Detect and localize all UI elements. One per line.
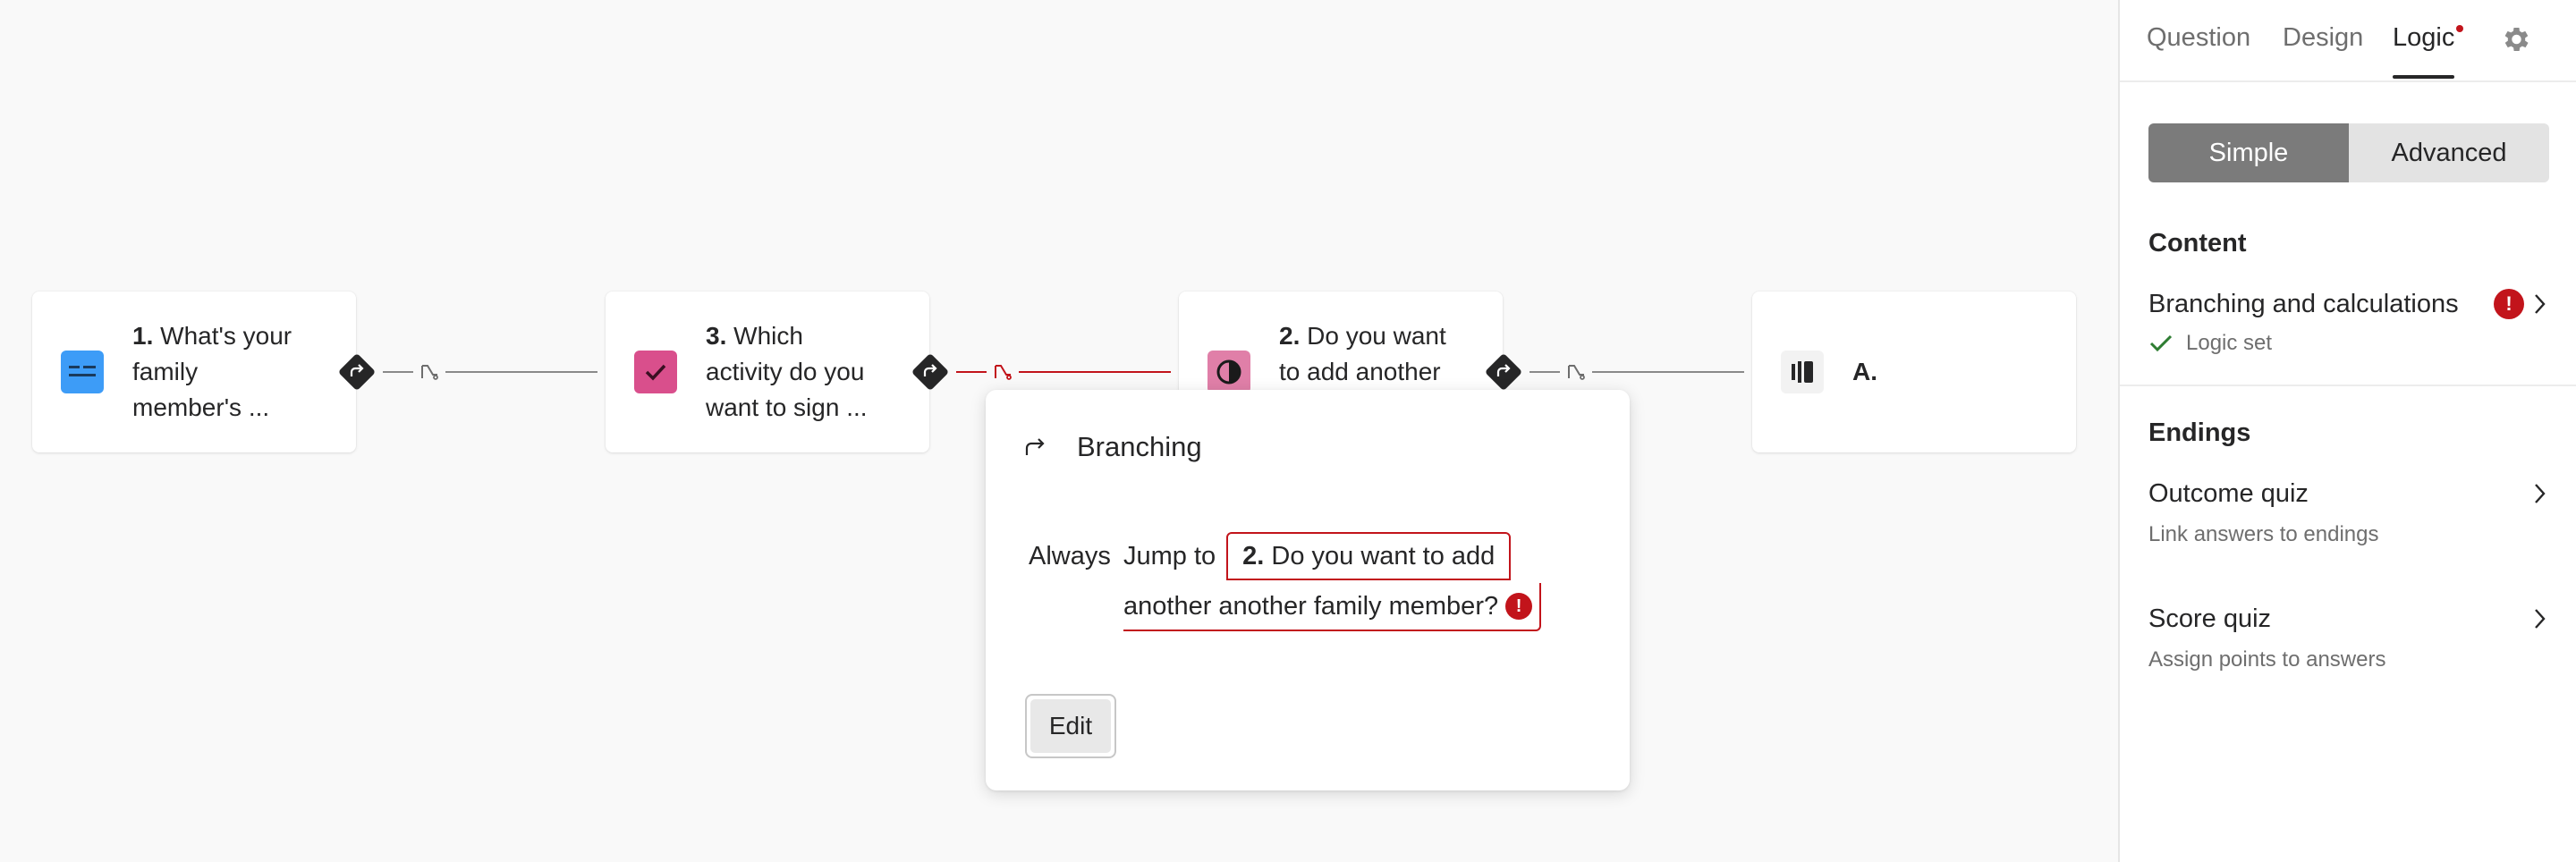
divider (2120, 385, 2576, 386)
popover-title: Branching (1077, 431, 1202, 462)
connector-line (383, 371, 413, 373)
tab-question[interactable]: Question (2147, 23, 2250, 53)
tab-design[interactable]: Design (2283, 23, 2363, 53)
question-node-1[interactable]: 1. What's your family member's ... (32, 292, 356, 452)
jump-handle-node-2[interactable] (1484, 352, 1523, 392)
jump-target-line2[interactable]: another another family member? ! (1123, 583, 1542, 631)
redirect-arrow-icon (1025, 438, 1045, 455)
branching-popover: Branching Always Jump to 2. Do you want t… (986, 390, 1630, 790)
jump-handle-node-1[interactable] (337, 352, 377, 392)
yes-no-icon (1208, 351, 1250, 393)
error-icon: ! (2494, 289, 2524, 319)
jump-handle-node-3[interactable] (911, 352, 950, 392)
logic-mode-toggle: Simple Advanced (2148, 123, 2549, 182)
branch-icon-error[interactable] (990, 359, 1015, 385)
settings-panel: Question Design Logic Simple Advanced Co… (2118, 0, 2576, 862)
error-icon: ! (1505, 593, 1533, 620)
simple-mode-button[interactable]: Simple (2148, 123, 2349, 182)
ending-node-label: A. (1852, 358, 1877, 385)
short-text-icon (61, 351, 104, 393)
condition-label: Always (1029, 542, 1111, 570)
question-node-label: 1. What's your family member's ... (132, 322, 292, 421)
connector-line (1530, 371, 1560, 373)
checkbox-icon (634, 351, 677, 393)
chevron-right-icon[interactable] (2531, 481, 2549, 506)
gear-icon[interactable] (2499, 23, 2531, 55)
popover-header: Branching (1021, 431, 1202, 463)
question-node-label: 2. Do you want to add another (1279, 322, 1446, 385)
branch-icon[interactable] (1563, 359, 1589, 385)
connector-line-error (956, 371, 987, 373)
question-node-3[interactable]: 3. Which activity do you want to sign ..… (606, 292, 929, 452)
outcome-quiz-link[interactable]: Outcome quiz (2148, 479, 2309, 509)
redirect-arrow-icon (350, 364, 364, 376)
jump-rule: Jump to 2. Do you want to add another ano… (1123, 531, 1589, 631)
score-quiz-link[interactable]: Score quiz (2148, 604, 2271, 634)
question-node-label: 3. Which activity do you want to sign ..… (706, 322, 868, 421)
chevron-right-icon[interactable] (2531, 606, 2549, 631)
ending-node-a[interactable]: A. (1752, 292, 2076, 452)
notification-dot (2456, 25, 2464, 32)
flow-canvas[interactable]: 1. What's your family member's ... 3. Wh… (0, 0, 2118, 862)
redirect-arrow-icon (923, 364, 937, 376)
chevron-right-icon[interactable] (2531, 292, 2549, 317)
connector-line (445, 371, 597, 373)
check-icon (2149, 334, 2173, 352)
connector-line (1592, 371, 1744, 373)
content-section-title: Content (2148, 229, 2247, 258)
jump-to-label: Jump to (1123, 542, 1216, 570)
branch-icon[interactable] (417, 359, 442, 385)
ending-icon (1781, 351, 1824, 393)
endings-section-title: Endings (2148, 418, 2251, 447)
connector-line-error (1019, 371, 1171, 373)
outcome-quiz-description: Link answers to endings (2148, 522, 2379, 546)
tab-logic[interactable]: Logic (2393, 23, 2464, 79)
advanced-mode-button[interactable]: Advanced (2349, 123, 2549, 182)
logic-status: Logic set (2148, 331, 2272, 356)
score-quiz-description: Assign points to answers (2148, 647, 2386, 672)
redirect-arrow-icon (1496, 364, 1511, 376)
jump-target-line1[interactable]: 2. Do you want to add (1226, 532, 1512, 580)
edit-button[interactable]: Edit (1025, 694, 1116, 758)
branching-calculations-link[interactable]: Branching and calculations (2148, 290, 2459, 319)
panel-tabs: Question Design Logic (2120, 0, 2576, 82)
